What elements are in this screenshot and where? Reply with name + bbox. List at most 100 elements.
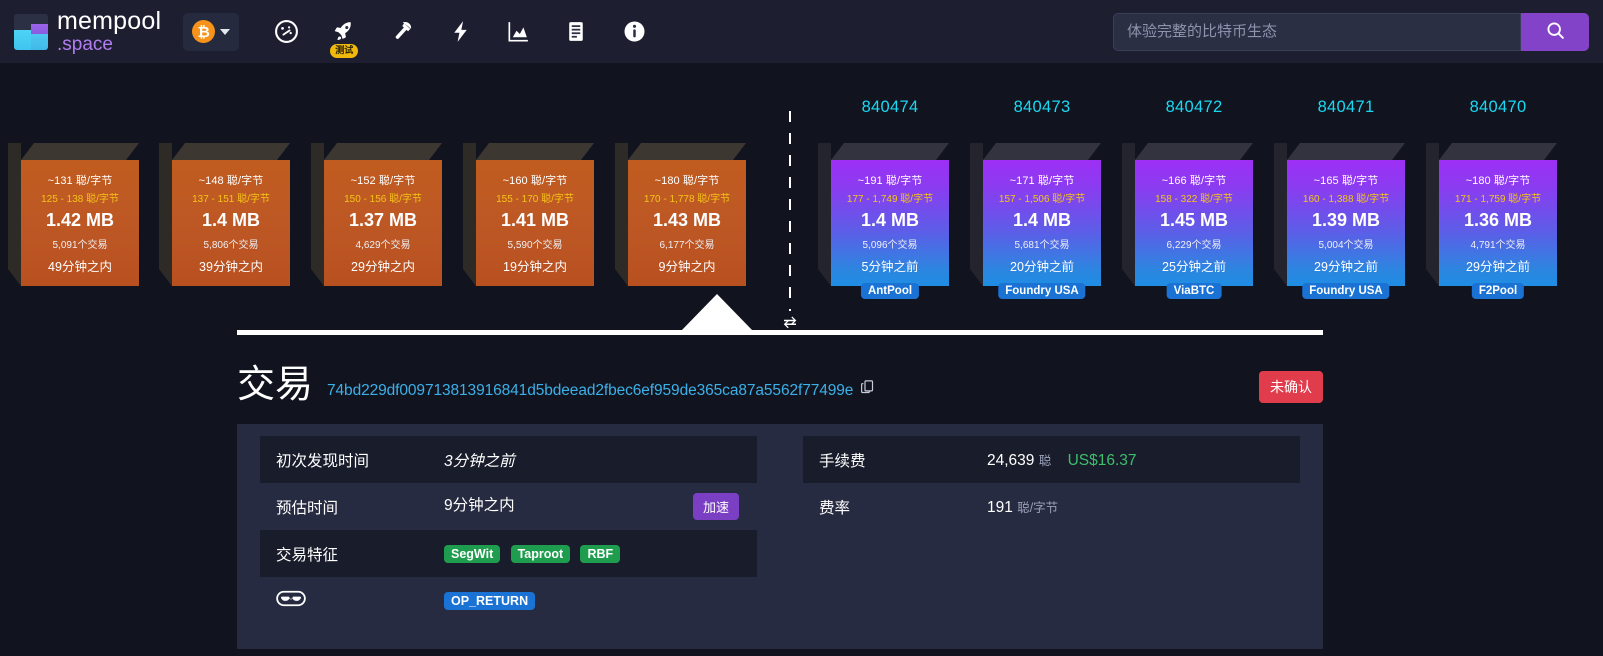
hammer-icon: [390, 19, 415, 44]
transaction-details-right: 手续费 24,639 聪 US$16.37 费率 191 聪/字节: [780, 436, 1323, 633]
features-label: 交易特征: [260, 530, 428, 577]
block-time: 20分钟之前: [1010, 256, 1074, 275]
block-fee-median: ~131 聪/字节: [48, 172, 113, 188]
blockchain-strip: ~131 聪/字节 125 - 138 聪/字节 1.42 MB 5,091个交…: [0, 63, 1603, 340]
chain-block[interactable]: 840474 ~191 聪/字节 177 - 1,749 聪/字节 1.4 MB…: [831, 143, 949, 269]
mempool-block[interactable]: ~131 聪/字节 125 - 138 聪/字节 1.42 MB 5,091个交…: [21, 143, 139, 269]
table-row: 交易特征 SegWit Taproot RBF: [260, 530, 757, 577]
block-top-face: [1135, 143, 1253, 160]
logo-text-secondary: .space: [57, 35, 161, 54]
transaction-id[interactable]: 74bd229df009713813916841d5bdeead2fbec6ef…: [327, 382, 853, 400]
chain-block[interactable]: 840470 ~180 聪/字节 171 - 1,759 聪/字节 1.36 M…: [1439, 143, 1557, 269]
nav-item-about[interactable]: [605, 7, 663, 57]
block-fee-median: ~152 聪/字节: [351, 172, 416, 188]
block-tx-count: 5,806个交易: [203, 236, 258, 251]
block-size: 1.36 MB: [1464, 210, 1532, 231]
block-top-face: [476, 143, 594, 160]
block-fee-range: 171 - 1,759 聪/字节: [1455, 190, 1541, 205]
copy-icon[interactable]: [860, 379, 875, 399]
block-size: 1.4 MB: [202, 210, 260, 231]
chain-block[interactable]: 840473 ~171 聪/字节 157 - 1,506 聪/字节 1.4 MB…: [983, 143, 1101, 269]
block-top-face: [831, 143, 949, 160]
flag-badge-op-return[interactable]: OP_RETURN: [444, 592, 535, 610]
timeline-pointer: [681, 294, 753, 331]
block-fee-median: ~166 聪/字节: [1162, 172, 1227, 188]
nav-item-lightning[interactable]: [431, 7, 489, 57]
chain-block[interactable]: 840471 ~165 聪/字节 160 - 1,388 聪/字节 1.39 M…: [1287, 143, 1405, 269]
table-row: 预估时间 9分钟之内 加速: [260, 483, 757, 530]
block-side-face: [311, 143, 324, 286]
block-pool-badge[interactable]: F2Pool: [1472, 283, 1524, 299]
features-value-cell: SegWit Taproot RBF: [428, 530, 757, 577]
block-fee-range: 125 - 138 聪/字节: [41, 190, 119, 205]
block-tx-count: 5,681个交易: [1014, 236, 1069, 251]
block-top-face: [21, 143, 139, 160]
eta-label: 预估时间: [260, 483, 428, 530]
mempool-chain-divider: [789, 111, 791, 311]
block-fee-range: 160 - 1,388 聪/字节: [1303, 190, 1389, 205]
search-area: [1113, 13, 1589, 51]
mempool-block[interactable]: ~152 聪/字节 150 - 156 聪/字节 1.37 MB 4,629个交…: [324, 143, 442, 269]
block-pool-badge[interactable]: Foundry USA: [998, 283, 1085, 299]
block-fee-range: 158 - 322 聪/字节: [1155, 190, 1233, 205]
block-pool-badge[interactable]: ViaBTC: [1167, 283, 1222, 299]
block-tx-count: 5,590个交易: [507, 236, 562, 251]
nav-item-graphs[interactable]: [489, 7, 547, 57]
block-size: 1.43 MB: [653, 210, 721, 231]
block-fee-range: 155 - 170 聪/字节: [496, 190, 574, 205]
block-fee-median: ~160 聪/字节: [503, 172, 568, 188]
block-top-face: [983, 143, 1101, 160]
accelerate-button[interactable]: 加速: [693, 493, 739, 520]
block-fee-range: 177 - 1,749 聪/字节: [847, 190, 933, 205]
block-height[interactable]: 840473: [983, 98, 1101, 117]
block-height[interactable]: 840474: [831, 98, 949, 117]
mempool-block[interactable]: ~148 聪/字节 137 - 151 聪/字节 1.4 MB 5,806个交易…: [172, 143, 290, 269]
mempool-block[interactable]: ~160 聪/字节 155 - 170 聪/字节 1.41 MB 5,590个交…: [476, 143, 594, 269]
block-pool-badge[interactable]: AntPool: [861, 283, 919, 299]
feature-badge-taproot[interactable]: Taproot: [511, 545, 571, 563]
block-time: 29分钟之前: [1314, 256, 1378, 275]
block-size: 1.42 MB: [46, 210, 114, 231]
flags-value-cell: OP_RETURN: [428, 577, 757, 624]
chain-block[interactable]: 840472 ~166 聪/字节 158 - 322 聪/字节 1.45 MB …: [1135, 143, 1253, 269]
nav-badge-test: 测试: [330, 44, 358, 57]
block-fee-range: 170 - 1,778 聪/字节: [644, 190, 730, 205]
block-top-face: [1287, 143, 1405, 160]
info-icon: [622, 19, 647, 44]
block-top-face: [324, 143, 442, 160]
block-tx-count: 5,091个交易: [52, 236, 107, 251]
block-side-face: [1122, 143, 1135, 286]
block-height[interactable]: 840472: [1135, 98, 1253, 117]
block-fee-median: ~165 聪/字节: [1314, 172, 1379, 188]
block-height[interactable]: 840470: [1439, 98, 1557, 117]
block-time: 39分钟之内: [199, 256, 263, 275]
feature-badge-segwit[interactable]: SegWit: [444, 545, 500, 563]
nav-item-mining[interactable]: [373, 7, 431, 57]
main-navigation: 测试: [257, 7, 663, 57]
nav-item-mining-pools[interactable]: 测试: [315, 7, 373, 57]
nav-item-blocks[interactable]: [547, 7, 605, 57]
mempool-logo-icon: [14, 14, 48, 50]
block-height[interactable]: 840471: [1287, 98, 1405, 117]
table-row: 费率 191 聪/字节: [803, 483, 1300, 530]
search-button[interactable]: [1521, 13, 1589, 51]
search-input[interactable]: [1113, 13, 1521, 51]
feature-badge-rbf[interactable]: RBF: [580, 545, 620, 563]
block-fee-range: 137 - 151 聪/字节: [192, 190, 270, 205]
mempool-block[interactable]: ~180 聪/字节 170 - 1,778 聪/字节 1.43 MB 6,177…: [628, 143, 746, 269]
block-side-face: [8, 143, 21, 286]
block-fee-median: ~148 聪/字节: [199, 172, 264, 188]
eta-value-cell: 9分钟之内 加速: [428, 483, 757, 530]
fee-rate-amount: 191: [987, 499, 1013, 516]
table-row-spacer: [803, 530, 1300, 577]
block-fee-median: ~191 聪/字节: [858, 172, 923, 188]
block-side-face: [1426, 143, 1439, 286]
fee-rate-label: 费率: [803, 483, 971, 530]
site-logo[interactable]: mempool .space: [14, 9, 161, 54]
network-selector[interactable]: ₿: [183, 13, 239, 51]
block-time: 5分钟之前: [862, 256, 919, 275]
block-pool-badge[interactable]: Foundry USA: [1302, 283, 1389, 299]
block-fee-range: 157 - 1,506 聪/字节: [999, 190, 1085, 205]
fee-label: 手续费: [803, 436, 971, 483]
nav-item-dashboard[interactable]: [257, 7, 315, 57]
